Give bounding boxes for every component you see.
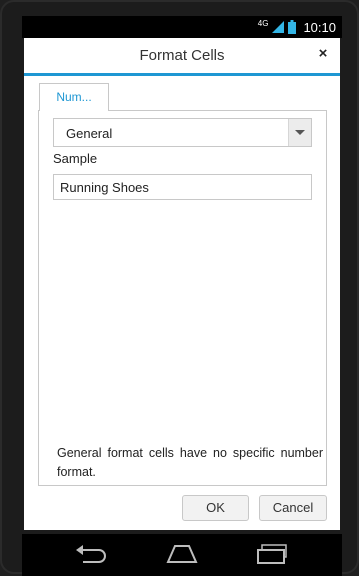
dialog-title: Format Cells (139, 47, 225, 64)
category-select[interactable]: General (53, 118, 312, 147)
network-type-label: 4G (257, 18, 269, 28)
signal-icon (272, 21, 285, 33)
recents-icon[interactable] (256, 544, 290, 564)
sample-preview: Running Shoes (53, 174, 312, 200)
status-bar: 4G 10:10 (22, 16, 342, 38)
chevron-down-icon (295, 130, 305, 135)
clock: 10:10 (303, 19, 336, 35)
close-button[interactable]: × (314, 45, 332, 63)
sample-label: Sample (53, 151, 98, 166)
status-icons: 4G 10:10 (258, 16, 336, 38)
home-icon[interactable] (166, 544, 198, 564)
number-tab-panel: General Sample Running Shoes General for… (38, 110, 327, 486)
navigation-bar (22, 534, 342, 576)
close-icon: × (318, 45, 328, 62)
category-select-value: General (66, 126, 113, 141)
back-icon[interactable] (75, 544, 109, 564)
ok-button[interactable]: OK (182, 495, 249, 521)
tab-number-label: Num... (56, 90, 92, 104)
category-dropdown-button[interactable] (288, 119, 311, 146)
format-description: General format cells have no specific nu… (57, 446, 323, 479)
format-cells-dialog: Format Cells × Num... General Sample Run… (24, 38, 340, 530)
phone-frame: 4G 10:10 Format Cells × Num... General S… (0, 0, 359, 576)
battery-icon (288, 20, 297, 34)
cancel-button[interactable]: Cancel (259, 495, 327, 521)
dialog-header: Format Cells × (24, 38, 340, 76)
tab-number[interactable]: Num... (39, 83, 109, 111)
sample-value: Running Shoes (60, 180, 149, 195)
